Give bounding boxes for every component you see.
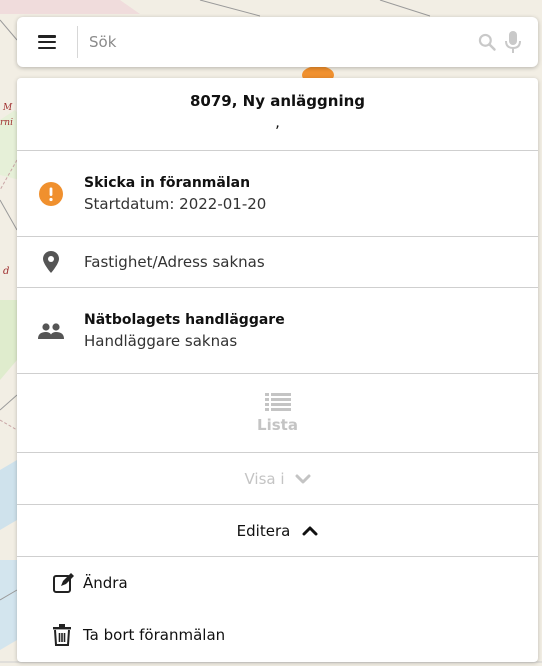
map-label: d [3,266,9,277]
delete-action[interactable]: Ta bort föranmälan [17,609,538,661]
warning-icon [17,181,84,206]
trash-icon [53,624,83,646]
location-pin-icon [17,251,84,273]
show-in-dropdown[interactable]: Visa i [17,453,538,505]
status-heading: Skicka in föranmälan [84,174,251,191]
people-icon [17,322,84,340]
map-label: M [2,103,13,113]
chevron-up-icon [302,526,318,536]
list-label: Lista [257,416,298,434]
edit-action[interactable]: Ändra [17,557,538,609]
address-text: Fastighet/Adress saknas [84,253,265,271]
list-button[interactable]: Lista [17,374,538,453]
menu-button[interactable] [17,17,77,67]
edit-action-label: Ändra [83,574,128,592]
microphone-icon[interactable] [500,17,526,67]
edit-icon [53,573,83,593]
address-row: Fastighet/Adress saknas [17,237,538,288]
status-row: Skicka in föranmälan Startdatum: 2022-01… [17,151,538,237]
panel-title: 8079, Ny anläggning [190,92,365,110]
handler-heading: Nätbolagets handläggare [84,311,285,328]
chevron-down-icon [295,474,311,484]
handler-row: Nätbolagets handläggare Handläggare sakn… [17,288,538,374]
search-input[interactable] [78,18,474,66]
show-in-label: Visa i [244,469,285,488]
edit-toggle[interactable]: Editera [17,505,538,557]
edit-toggle-label: Editera [236,521,291,540]
status-detail: Startdatum: 2022-01-20 [84,194,267,213]
delete-action-label: Ta bort föranmälan [83,626,226,644]
panel-header: 8079, Ny anläggning , [17,78,538,151]
hamburger-icon [38,35,56,49]
panel-subtitle: , [275,113,280,131]
info-panel: 8079, Ny anläggning , Skicka in föranmäl… [17,78,538,662]
search-icon[interactable] [474,17,500,67]
list-icon [264,393,291,411]
map-label: rni [0,118,13,128]
handler-detail: Handläggare saknas [84,331,238,350]
search-bar [17,17,538,67]
